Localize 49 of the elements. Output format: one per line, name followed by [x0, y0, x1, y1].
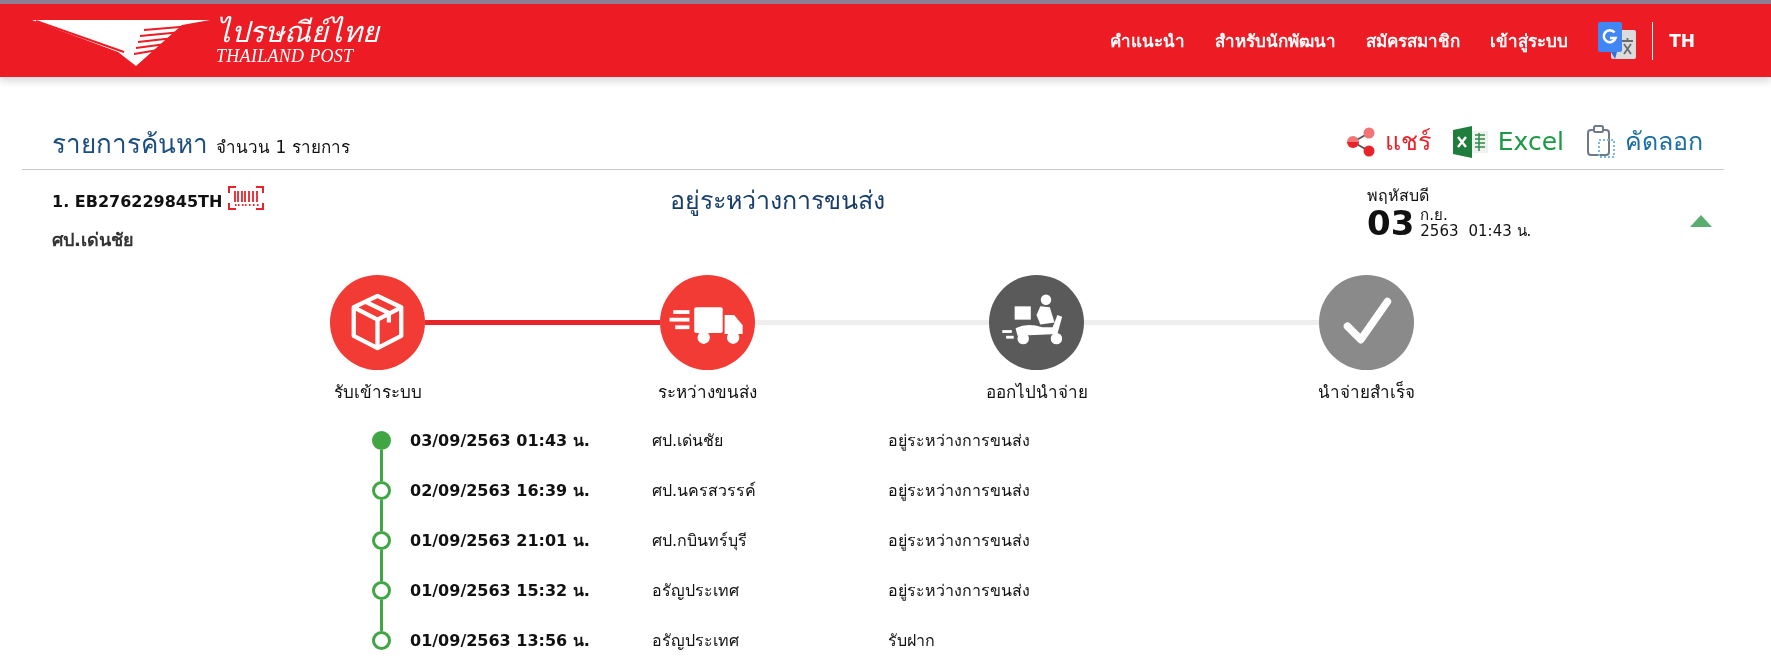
event-datetime: 01/09/2563 21:01 น. [410, 531, 590, 550]
collapse-icon[interactable] [1690, 215, 1712, 227]
results-title: รายการค้นหา [52, 129, 208, 159]
step-label: ออกไปนำจ่าย [985, 382, 1088, 402]
event-location: อรัญประเทศ [652, 631, 739, 650]
event-status: อยู่ระหว่างการขนส่ง [888, 481, 1030, 500]
date-year: 2563 [1420, 223, 1459, 239]
date-day: 03 [1367, 205, 1415, 241]
timeline-line [379, 450, 383, 481]
event-datetime: 03/09/2563 01:43 น. [410, 431, 590, 450]
event-datetime: 01/09/2563 15:32 น. [410, 581, 590, 600]
event-location: ศป.กบินทร์บุรี [652, 531, 748, 550]
date-month: ก.ย. [1420, 207, 1448, 223]
date-time: 01:43 น. [1468, 223, 1532, 239]
shipment-status: อยู่ระหว่างการขนส่ง [670, 186, 885, 216]
step-label: นำจ่ายสำเร็จ [1317, 382, 1415, 402]
nav-link[interactable]: สมัครสมาชิก [1366, 27, 1461, 54]
share-button[interactable]: แชร์ [1345, 125, 1431, 159]
spreadsheet-icon [1452, 126, 1489, 158]
date-weekday: พฤหัสบดี [1367, 186, 1429, 205]
event-status: อยู่ระหว่างการขนส่ง [888, 431, 1030, 450]
origin-office: ศป.เด่นชัย [52, 229, 134, 251]
language-link[interactable]: TH [1669, 30, 1695, 51]
event-status: รับฝาก [888, 631, 935, 650]
event-location: ศป.เด่นชัย [652, 431, 724, 450]
step-label: ระหว่างขนส่ง [657, 382, 757, 402]
translate-icon[interactable] [1598, 21, 1637, 60]
logo-subtitle: THAILAND POST [216, 46, 354, 65]
nav-link[interactable]: สำหรับนักพัฒนา [1215, 27, 1337, 54]
event-location: ศป.นครสวรรค์ [652, 481, 757, 500]
share-icon [1345, 127, 1376, 157]
timeline-line [379, 600, 383, 631]
clipboard-icon [1586, 125, 1616, 159]
results-count: จำนวน 1 รายการ [216, 136, 350, 158]
logo-title: ไปรษณีย์ไทย [216, 16, 379, 47]
event-status: อยู่ระหว่างการขนส่ง [888, 531, 1030, 550]
event-datetime: 01/09/2563 13:56 น. [410, 631, 590, 650]
nav-link[interactable]: คำแนะนำ [1110, 27, 1186, 54]
barcode-icon[interactable] [228, 186, 265, 210]
timeline-line [379, 550, 383, 581]
step-label: รับเข้าระบบ [333, 382, 422, 402]
event-location: อรัญประเทศ [652, 581, 739, 600]
tracking-number: 1. EB276229845TH [52, 192, 223, 212]
event-status: อยู่ระหว่างการขนส่ง [888, 581, 1030, 600]
timeline-line [379, 500, 383, 531]
excel-button[interactable]: Excel [1452, 125, 1564, 159]
nav-link[interactable]: เข้าสู่ระบบ [1490, 27, 1569, 54]
event-datetime: 02/09/2563 16:39 น. [410, 481, 590, 500]
copy-button[interactable]: คัดลอก [1586, 125, 1703, 159]
